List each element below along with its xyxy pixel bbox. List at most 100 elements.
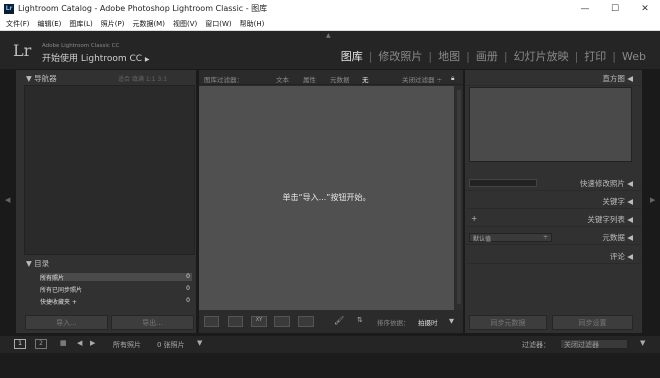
catalog-item-label: 所有照片 bbox=[40, 275, 65, 282]
navigator-header[interactable]: ▼ 导航器 bbox=[26, 73, 57, 84]
maximize-button[interactable]: ☐ bbox=[600, 0, 630, 17]
quick-develop-title: 快速修改照片 bbox=[579, 179, 625, 188]
triangle-left-icon: ◀ bbox=[627, 252, 633, 261]
catalog-item-label: 快捷收藏夹 + bbox=[40, 299, 77, 306]
filmstrip-source[interactable]: 所有照片 bbox=[113, 340, 141, 350]
filter-label: 图库过滤器： bbox=[204, 76, 243, 84]
left-panel-toggle-icon[interactable]: ◀ bbox=[5, 196, 10, 204]
catalog-item[interactable]: 所有已同步照片 0 bbox=[40, 285, 192, 294]
module-print[interactable]: 打印 bbox=[584, 48, 606, 64]
sort-select[interactable]: 拍摄时 bbox=[418, 317, 438, 327]
sort-label: 排序依据： bbox=[377, 319, 410, 327]
survey-view-icon[interactable] bbox=[274, 316, 290, 327]
catalog-item-count: 0 bbox=[186, 273, 190, 280]
navigator-title: 导航器 bbox=[34, 74, 57, 83]
module-map[interactable]: 地图 bbox=[438, 48, 460, 64]
menu-view[interactable]: 视图(V) bbox=[173, 19, 197, 29]
catalog-item[interactable]: 快捷收藏夹 + 0 bbox=[40, 297, 192, 306]
menu-library[interactable]: 图库(L) bbox=[69, 19, 92, 29]
lock-icon[interactable]: 🔒︎ bbox=[451, 74, 454, 83]
module-library[interactable]: 图库 bbox=[341, 48, 363, 64]
metadata-header[interactable]: 元数据 ◀ bbox=[466, 232, 641, 245]
histogram-area bbox=[469, 87, 632, 162]
lr-logo: Lr bbox=[13, 41, 32, 60]
close-button[interactable]: ✕ bbox=[630, 0, 660, 17]
comments-header[interactable]: 评论 ◀ bbox=[466, 251, 641, 264]
grid-view-icon[interactable] bbox=[204, 316, 219, 327]
keyword-list-title: 关键字列表 bbox=[587, 215, 625, 224]
play-icon: ▶ bbox=[144, 56, 150, 63]
menu-file[interactable]: 文件(F) bbox=[6, 19, 30, 29]
keywording-header[interactable]: 关键字 ◀ bbox=[466, 196, 641, 209]
quick-develop-header[interactable]: 快速修改照片 ◀ bbox=[466, 178, 641, 191]
module-develop[interactable]: 修改照片 bbox=[378, 48, 422, 64]
filter-text[interactable]: 文本 bbox=[276, 74, 289, 84]
window-title: Lightroom Catalog - Adobe Photoshop Ligh… bbox=[18, 4, 268, 13]
import-button[interactable]: 导入... bbox=[25, 315, 108, 330]
module-picker: 图库 | 修改照片 | 地图 | 画册 | 幻灯片放映 | 打印 | Web bbox=[340, 48, 646, 64]
module-slideshow[interactable]: 幻灯片放映 bbox=[514, 48, 569, 64]
catalog-item[interactable]: 所有照片 0 bbox=[40, 273, 192, 282]
source-menu-arrow-icon[interactable]: ▼ bbox=[197, 339, 202, 347]
filter-preset-select[interactable]: 关闭过滤器 ÷ bbox=[402, 74, 442, 84]
comments-title: 评论 bbox=[609, 252, 625, 261]
collapse-top-arrow-icon[interactable]: ▲ bbox=[326, 32, 331, 39]
grid-view[interactable]: 单击“导入...”按钮开始。 bbox=[199, 86, 454, 310]
library-filter-bar: 图库过滤器： 文本 属性 元数据 无 关闭过滤器 ÷ 🔒︎ bbox=[199, 70, 463, 85]
people-view-icon[interactable] bbox=[298, 316, 314, 327]
sort-direction-icon[interactable]: ⇅ bbox=[357, 316, 363, 324]
lightroom-app-icon: Lr bbox=[4, 3, 14, 14]
export-button[interactable]: 导出... bbox=[111, 315, 194, 330]
brand-line-2[interactable]: 开始使用 Lightroom CC ▶ bbox=[42, 51, 150, 64]
scrollbar-thumb[interactable] bbox=[457, 90, 461, 304]
grid-icon[interactable]: ▦ bbox=[60, 339, 67, 347]
filmstrip[interactable] bbox=[0, 353, 660, 378]
module-web[interactable]: Web bbox=[622, 50, 646, 63]
loupe-view-icon[interactable] bbox=[228, 316, 243, 327]
triangle-down-icon: ▼ bbox=[26, 259, 32, 268]
triangle-left-icon: ◀ bbox=[627, 197, 633, 206]
monitor-2-icon[interactable]: 2 bbox=[35, 339, 47, 349]
triangle-left-icon: ◀ bbox=[627, 215, 633, 224]
keywording-title: 关键字 bbox=[602, 197, 625, 206]
histogram-header[interactable]: 直方图 ◀ bbox=[466, 73, 641, 86]
back-arrow-icon[interactable]: ◀ bbox=[77, 339, 82, 347]
navigator-zoom-options[interactable]: 适合 填满 1:1 3:1 bbox=[118, 74, 167, 83]
compare-view-icon[interactable]: XY bbox=[251, 316, 267, 327]
catalog-title: 目录 bbox=[34, 259, 50, 268]
filter-metadata[interactable]: 元数据 bbox=[330, 74, 350, 84]
forward-arrow-icon[interactable]: ▶ bbox=[90, 339, 95, 347]
monitor-1-icon[interactable]: 1 bbox=[14, 339, 26, 349]
filter-attribute[interactable]: 属性 bbox=[303, 74, 316, 84]
keyword-list-header[interactable]: + 关键字列表 ◀ bbox=[466, 214, 641, 227]
menu-edit[interactable]: 编辑(E) bbox=[38, 19, 62, 29]
menu-metadata[interactable]: 元数据(M) bbox=[132, 19, 165, 29]
sync-metadata-button[interactable]: 同步元数据 bbox=[469, 315, 547, 330]
triangle-left-icon: ◀ bbox=[627, 179, 633, 188]
triangle-down-icon: ▼ bbox=[26, 74, 32, 83]
grid-scrollbar[interactable] bbox=[455, 86, 463, 310]
module-book[interactable]: 画册 bbox=[476, 48, 498, 64]
right-panel-toggle-icon[interactable]: ▶ bbox=[650, 196, 655, 204]
triangle-left-icon: ◀ bbox=[627, 233, 633, 242]
toolbar-menu-arrow-icon[interactable]: ▼ bbox=[449, 317, 454, 325]
spray-can-icon[interactable]: 🖌︎ bbox=[334, 316, 344, 325]
menu-bar: 文件(F) 编辑(E) 图库(L) 照片(P) 元数据(M) 视图(V) 窗口(… bbox=[0, 17, 660, 31]
navigator-preview bbox=[24, 85, 195, 255]
catalog-header[interactable]: ▼ 目录 bbox=[26, 258, 49, 269]
menu-photo[interactable]: 照片(P) bbox=[101, 19, 125, 29]
histogram-title: 直方图 bbox=[602, 74, 625, 83]
filmstrip-filter-select[interactable]: 关闭过滤器 bbox=[560, 339, 628, 349]
menu-window[interactable]: 窗口(W) bbox=[205, 19, 231, 29]
library-toolbar: XY 🖌︎ ⇅ 排序依据： 拍摄时 ▼ bbox=[199, 312, 463, 331]
filmstrip-bar: 1 2 ▦ ◀ ▶ 所有照片 0 张照片 ▼ 过滤器： 关闭过滤器 ▼ bbox=[0, 336, 660, 353]
filmstrip-toggle-icon[interactable]: ▼ bbox=[640, 339, 645, 347]
title-bar: Lr Lightroom Catalog - Adobe Photoshop L… bbox=[0, 0, 660, 17]
triangle-left-icon: ◀ bbox=[627, 74, 633, 83]
plus-icon[interactable]: + bbox=[471, 214, 477, 223]
filmstrip-filter-label: 过滤器： bbox=[522, 341, 550, 349]
filter-none[interactable]: 无 bbox=[362, 74, 369, 84]
menu-help[interactable]: 帮助(H) bbox=[240, 19, 265, 29]
minimize-button[interactable]: — bbox=[570, 0, 600, 17]
sync-settings-button[interactable]: 同步设置 bbox=[552, 315, 633, 330]
